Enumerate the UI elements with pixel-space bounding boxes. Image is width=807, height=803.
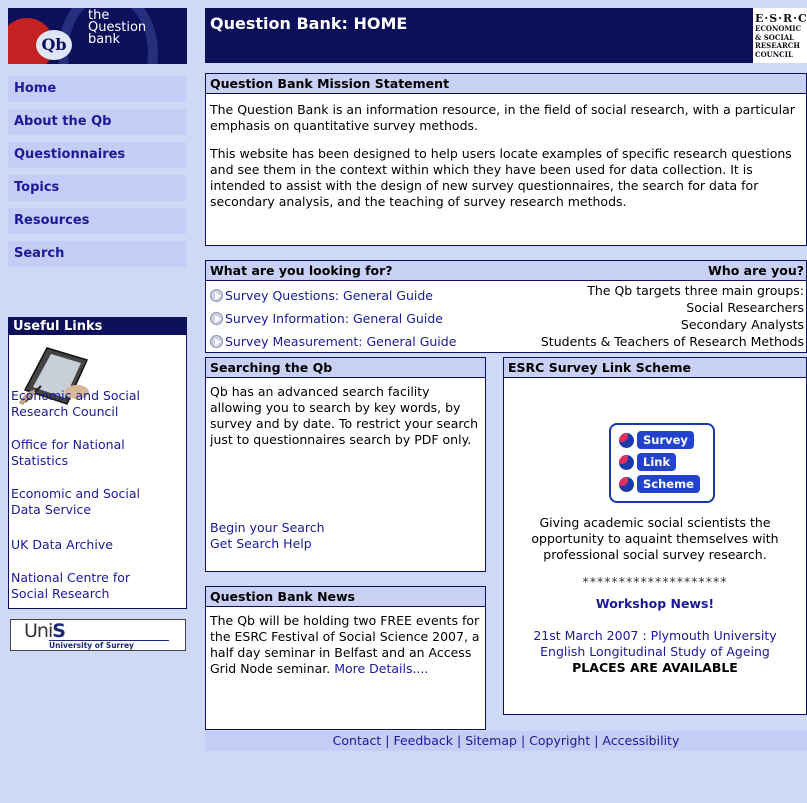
link-uk-data-archive[interactable]: UK Data Archive <box>11 537 113 553</box>
news-title: Question Bank News <box>206 587 485 607</box>
link-ukda-line1: UK Data Archive <box>11 537 113 552</box>
news-more-link[interactable]: More Details.... <box>334 661 428 676</box>
scheme-pill-link: Link <box>637 453 677 471</box>
footer-separator: | <box>520 733 526 748</box>
logo-line-3: bank <box>88 32 120 47</box>
link-natcen-line1: National Centre for <box>11 570 131 585</box>
footer: Contact | Feedback | Sitemap | Copyright… <box>205 731 807 751</box>
footer-accessibility-link[interactable]: Accessibility <box>602 733 679 748</box>
looking-for-panel: What are you looking for? Who are you? S… <box>205 260 807 353</box>
nav-home[interactable]: Home <box>8 76 186 102</box>
scheme-desc-1: Giving academic social scientists the <box>539 515 771 530</box>
unis-mark: UniS <box>24 620 66 642</box>
guide-link-measurement-label: Survey Measurement: General Guide <box>225 334 457 349</box>
logo-wordmark: the Question bank <box>88 9 146 47</box>
nav-questionnaires[interactable]: Questionnaires <box>8 142 186 168</box>
looking-for-title: What are you looking for? <box>210 263 393 278</box>
play-arrow-icon <box>210 312 223 325</box>
page-title: Question Bank: HOME <box>210 14 408 33</box>
mission-panel: Question Bank Mission Statement The Ques… <box>205 73 807 246</box>
useful-links-title: Useful Links <box>9 318 186 335</box>
event-line-3: PLACES ARE AVAILABLE <box>572 660 738 675</box>
scheme-desc-2: opportunity to aquaint themselves with <box>531 531 779 546</box>
unis-mark-b: S <box>52 620 66 642</box>
link-esds[interactable]: Economic and Social Data Service <box>11 486 140 518</box>
site-logo[interactable]: Qb the Question bank <box>8 8 187 64</box>
link-esrc-line2: Research Council <box>11 404 119 419</box>
search-help-link[interactable]: Get Search Help <box>210 536 312 552</box>
esrc-logo-l4: COUNCIL <box>755 49 793 59</box>
scheme-dot-icon <box>619 477 634 492</box>
who-line-2: Social Researchers <box>686 300 804 315</box>
unis-subtitle: University of Surrey <box>49 640 169 650</box>
guide-link-questions[interactable]: Survey Questions: General Guide <box>210 288 433 304</box>
searching-title: Searching the Qb <box>206 358 485 378</box>
university-of-surrey-logo[interactable]: UniS University of Surrey <box>10 619 186 651</box>
scheme-pill-scheme: Scheme <box>637 475 700 493</box>
scheme-title: ESRC Survey Link Scheme <box>504 358 806 378</box>
link-ons-line2: Statistics <box>11 453 69 468</box>
link-esds-line2: Data Service <box>11 502 92 517</box>
guide-link-measurement[interactable]: Survey Measurement: General Guide <box>210 334 456 350</box>
link-ons[interactable]: Office for National Statistics <box>11 437 125 469</box>
survey-link-scheme-panel: ESRC Survey Link Scheme Survey Link Sche… <box>503 357 807 715</box>
esrc-logo[interactable]: E·S·R·C ECONOMIC & SOCIAL RESEARCH COUNC… <box>753 8 807 63</box>
useful-links-panel: Useful Links Economic and Social Researc… <box>8 317 187 609</box>
who-line-4: Students & Teachers of Research Methods <box>540 334 804 349</box>
event-line-2[interactable]: English Longitudinal Study of Ageing <box>504 644 806 660</box>
footer-sitemap-link[interactable]: Sitemap <box>465 733 517 748</box>
searching-panel: Searching the Qb Qb has an advanced sear… <box>205 357 486 572</box>
footer-feedback-link[interactable]: Feedback <box>393 733 453 748</box>
scheme-desc-3: professional social survey research. <box>543 547 767 562</box>
footer-separator: | <box>594 733 599 748</box>
who-line-3: Secondary Analysts <box>680 317 804 332</box>
link-ons-line1: Office for National <box>11 437 125 452</box>
mission-paragraph-2: This website has been designed to help u… <box>210 146 792 209</box>
link-natcen[interactable]: National Centre for Social Research <box>11 570 130 602</box>
nav-about[interactable]: About the Qb <box>8 109 186 135</box>
link-esrc[interactable]: Economic and Social Research Council <box>11 388 140 420</box>
link-esds-line1: Economic and Social <box>11 486 141 501</box>
link-natcen-line2: Social Research <box>11 586 110 601</box>
workshop-news-heading: Workshop News! <box>595 596 715 611</box>
unis-mark-a: Uni <box>24 620 53 642</box>
scheme-dot-icon <box>619 433 634 448</box>
nav-resources[interactable]: Resources <box>8 208 186 234</box>
news-body: The Qb will be holding two FREE events f… <box>210 613 481 677</box>
searching-body: Qb has an advanced search facility allow… <box>210 384 479 447</box>
guide-link-questions-label: Survey Questions: General Guide <box>225 288 434 303</box>
link-esrc-line1: Economic and Social <box>11 388 141 403</box>
nav-search[interactable]: Search <box>8 241 186 267</box>
logo-badge: Qb <box>36 30 72 60</box>
looking-for-header: What are you looking for? Who are you? <box>206 261 806 281</box>
play-arrow-icon <box>210 289 223 302</box>
who-line-1: The Qb targets three main groups: <box>587 283 804 298</box>
footer-copyright-link[interactable]: Copyright <box>529 733 590 748</box>
who-are-you-title: Who are you? <box>708 263 804 278</box>
scheme-pill-survey: Survey <box>637 431 694 449</box>
event-line-1[interactable]: 21st March 2007 : Plymouth University <box>504 628 806 644</box>
mission-paragraph-1: The Question Bank is an information reso… <box>210 102 795 133</box>
guide-link-information[interactable]: Survey Information: General Guide <box>210 311 443 327</box>
begin-search-link[interactable]: Begin your Search <box>210 520 325 536</box>
news-panel: Question Bank News The Qb will be holdin… <box>205 586 486 730</box>
nav-topics[interactable]: Topics <box>8 175 186 201</box>
scheme-dot-icon <box>619 455 634 470</box>
survey-link-scheme-logo[interactable]: Survey Link Scheme <box>609 423 715 503</box>
footer-separator: | <box>456 733 462 748</box>
play-arrow-icon <box>210 335 223 348</box>
page-header: Question Bank: HOME E·S·R·C ECONOMIC & S… <box>205 8 807 63</box>
scheme-stars: ******************** <box>582 574 728 589</box>
footer-separator: | <box>385 733 390 748</box>
guide-link-information-label: Survey Information: General Guide <box>225 311 443 326</box>
footer-contact-link[interactable]: Contact <box>333 733 382 748</box>
mission-title: Question Bank Mission Statement <box>206 74 806 94</box>
